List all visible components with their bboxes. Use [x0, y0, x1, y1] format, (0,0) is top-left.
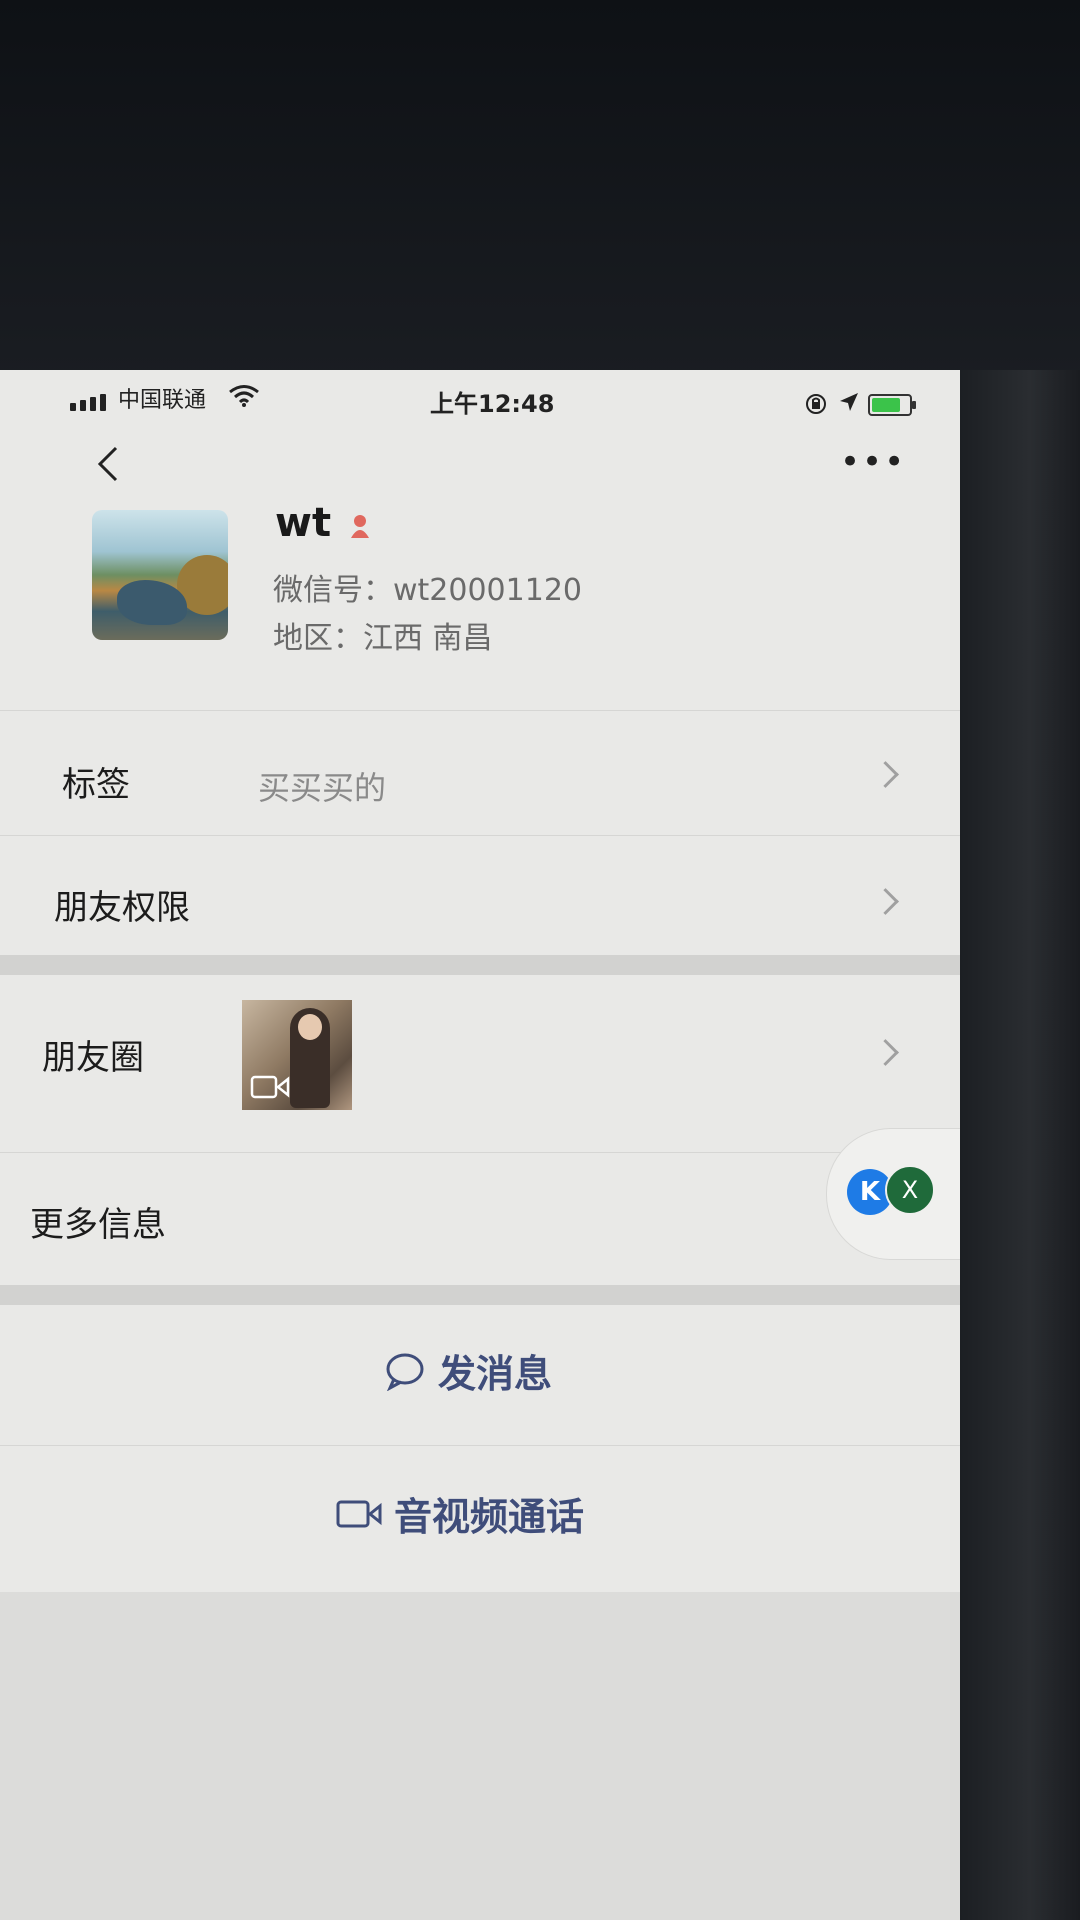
chevron-right-icon — [872, 888, 899, 915]
status-time: 上午12:48 — [430, 390, 555, 418]
rotation-lock-icon — [806, 394, 826, 414]
location-icon — [840, 393, 858, 411]
chevron-right-icon — [872, 761, 899, 788]
video-camera-icon — [336, 1500, 382, 1527]
tags-row[interactable]: 标签 买买买的 — [0, 715, 960, 833]
section-separator — [0, 955, 960, 975]
avatar[interactable] — [92, 510, 228, 640]
send-message-button[interactable]: 发消息 — [0, 1305, 960, 1435]
moments-row[interactable]: 朋友圈 — [0, 975, 960, 1130]
chevron-right-icon — [872, 1039, 899, 1066]
wifi-icon — [229, 385, 259, 407]
section-separator — [0, 1285, 960, 1305]
empty-area — [0, 1592, 960, 1920]
tags-label: 标签 — [62, 765, 130, 805]
divider — [0, 1152, 960, 1153]
chat-bubble-icon — [386, 1353, 424, 1391]
video-call-button[interactable]: 音视频通话 — [0, 1448, 960, 1578]
floating-app-bubble[interactable]: K X — [826, 1128, 960, 1260]
floating-close-icon[interactable]: X — [885, 1165, 935, 1215]
more-info-label: 更多信息 — [30, 1205, 166, 1245]
divider — [0, 1445, 960, 1446]
tags-value: 买买买的 — [258, 769, 387, 807]
wechat-id: 微信号：wt20001120 — [273, 573, 582, 608]
signal-icon — [70, 394, 106, 411]
more-dots-icon[interactable]: ••• — [840, 445, 906, 479]
send-message-label: 发消息 — [438, 1352, 553, 1396]
friend-permissions-label: 朋友权限 — [54, 888, 190, 928]
battery-icon — [868, 394, 916, 416]
moments-thumbnail[interactable] — [242, 1000, 352, 1110]
chevron-left-icon[interactable] — [88, 434, 128, 494]
video-icon — [250, 1075, 290, 1099]
video-call-label: 音视频通话 — [394, 1495, 585, 1539]
contact-profile-screen: 中国联通 上午12:48 ••• wt 微信号：wt20001120 地区：江西… — [0, 370, 960, 1920]
friend-permissions-row[interactable]: 朋友权限 — [0, 840, 960, 958]
female-icon — [351, 515, 369, 538]
carrier-name: 中国联通 — [118, 388, 207, 413]
dark-surroundings — [0, 0, 1080, 380]
moments-label: 朋友圈 — [42, 1038, 144, 1078]
contact-name: wt — [275, 500, 332, 546]
divider — [0, 835, 960, 836]
divider — [0, 710, 960, 711]
region: 地区：江西 南昌 — [273, 621, 493, 656]
status-bar: 中国联通 上午12:48 — [0, 370, 960, 430]
more-info-row[interactable]: 更多信息 — [0, 1155, 960, 1273]
phone-bezel — [955, 370, 1080, 1920]
